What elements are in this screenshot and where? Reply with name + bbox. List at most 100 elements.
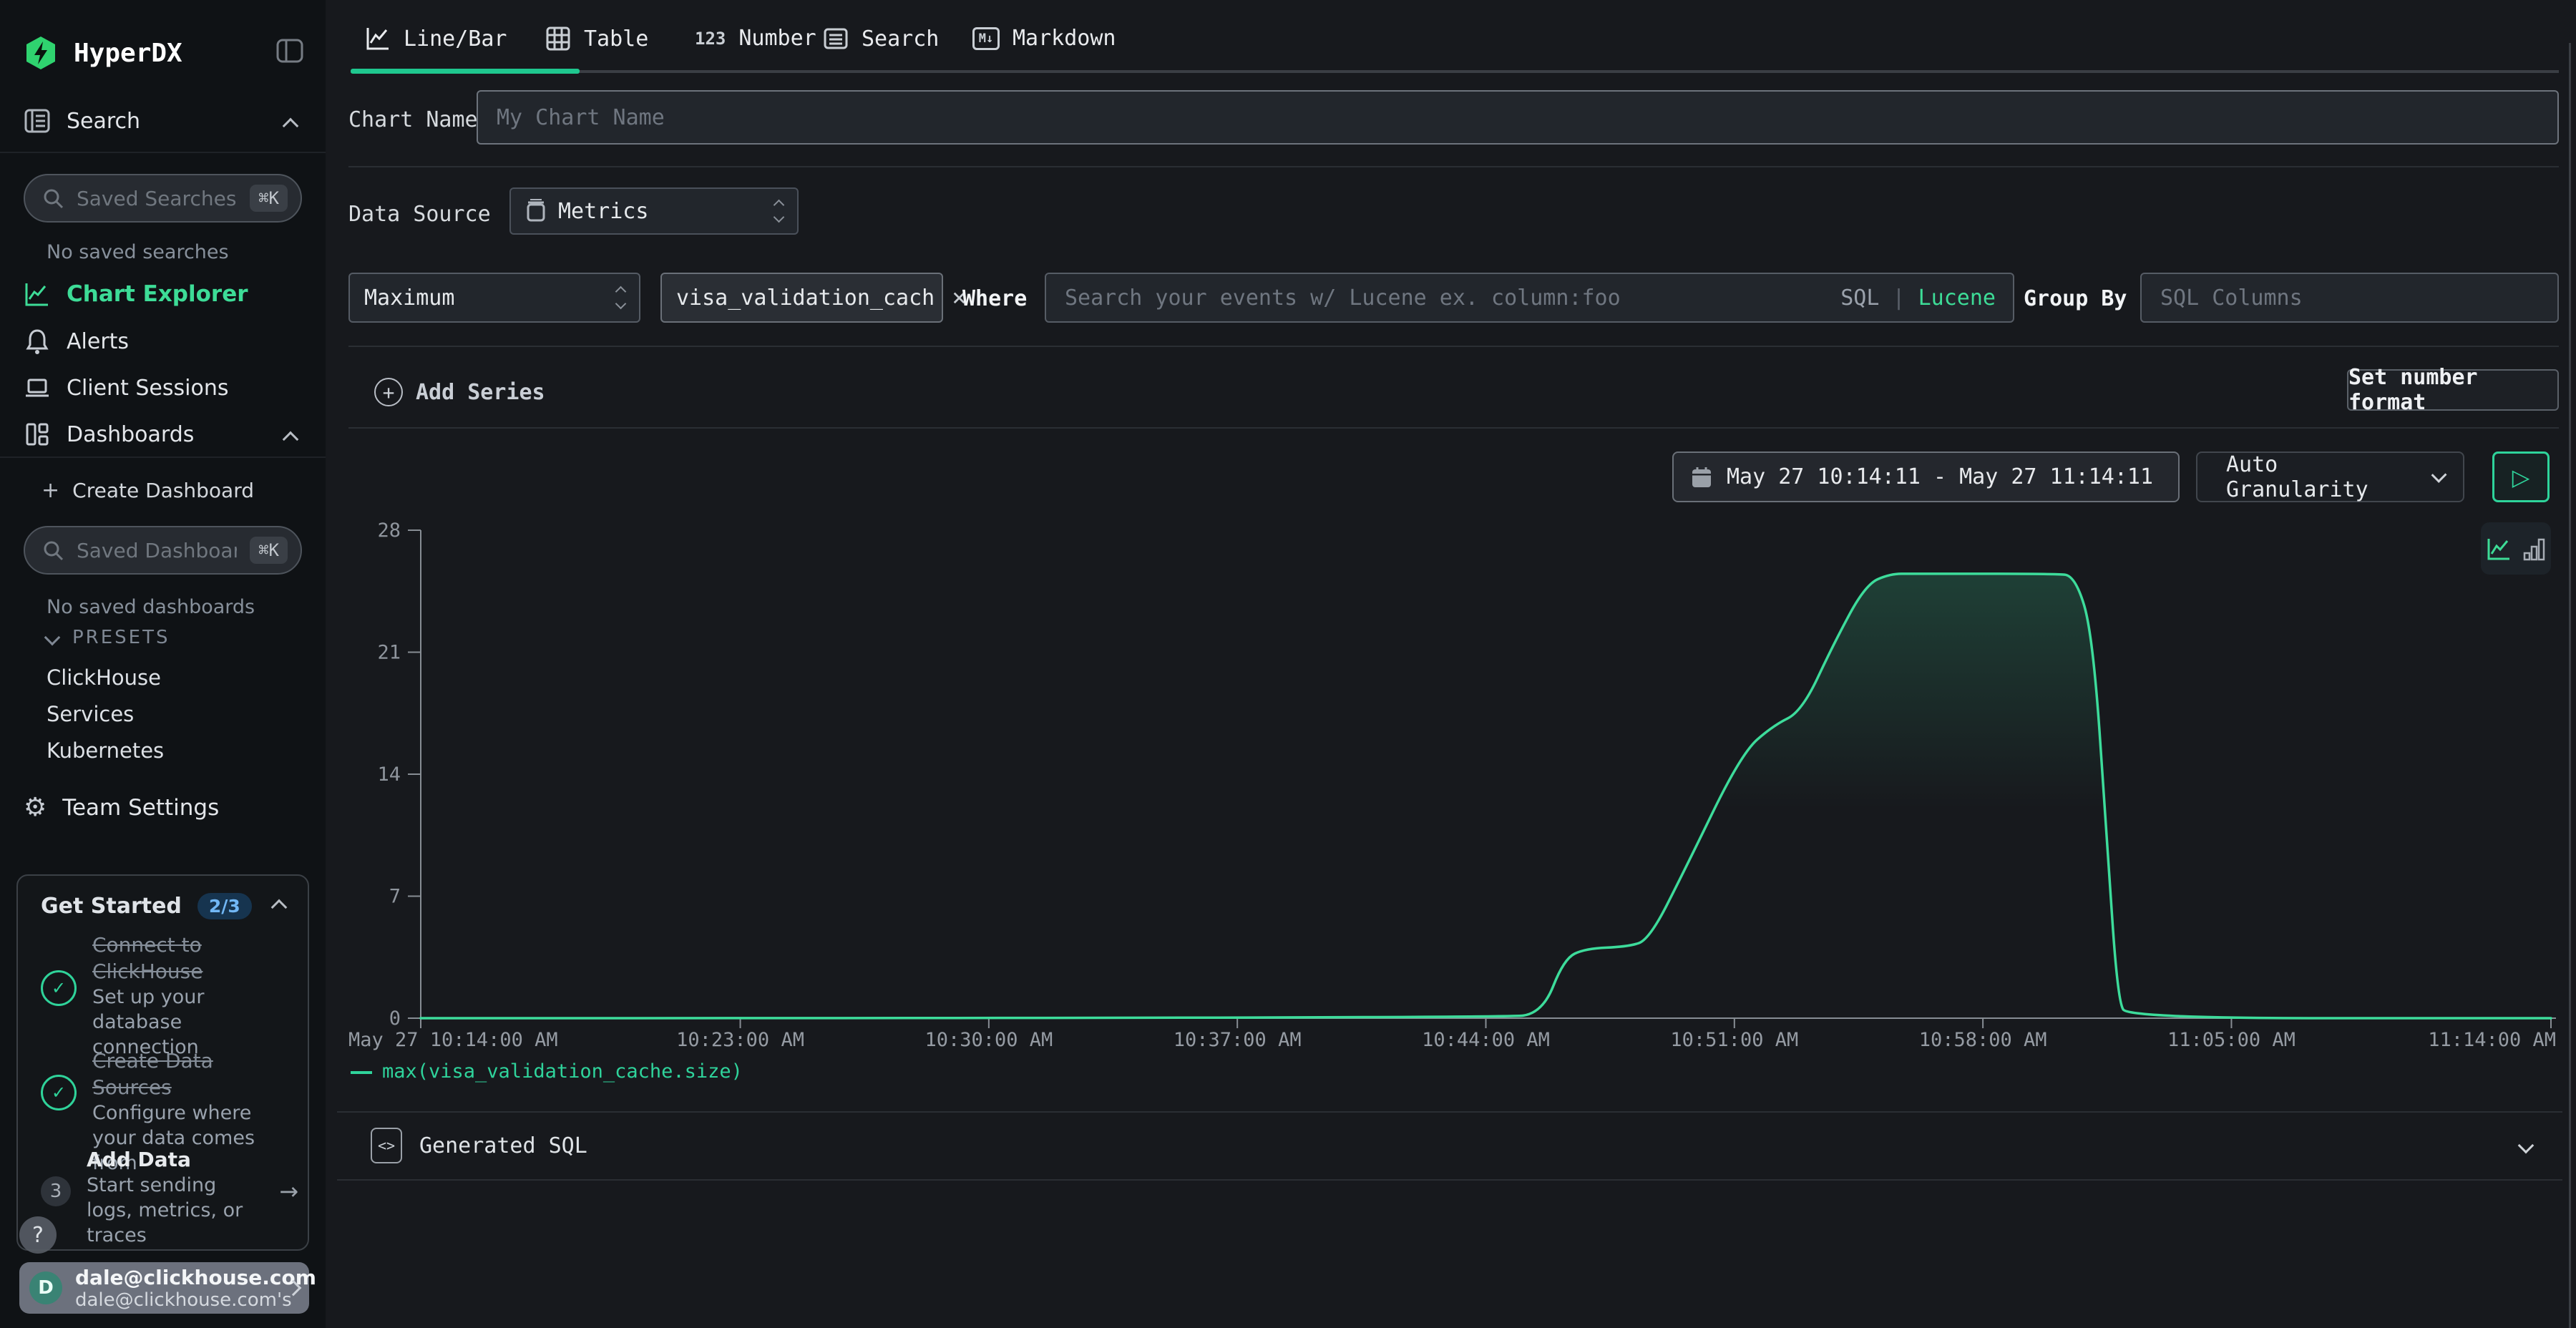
- sidebar-item-team-settings[interactable]: ⚙ Team Settings: [24, 793, 219, 822]
- granularity-select[interactable]: Auto Granularity: [2196, 451, 2464, 502]
- user-menu[interactable]: D dale@clickhouse.com dale@clickhouse.co…: [19, 1262, 309, 1314]
- generated-sql-toggle[interactable]: <> Generated SQL: [371, 1125, 2546, 1166]
- no-saved-searches-text: No saved searches: [47, 241, 229, 263]
- granularity-value: Auto Granularity: [2226, 452, 2422, 502]
- legend-line-swatch: [351, 1071, 372, 1074]
- search-tab-icon: [823, 26, 849, 52]
- get-started-step-3[interactable]: 3 Add Data Start sending logs, metrics, …: [41, 1146, 298, 1248]
- divider: [0, 456, 326, 458]
- chevron-down-icon: [2431, 467, 2446, 482]
- step-title: Add Data: [87, 1146, 263, 1173]
- group-by-field[interactable]: [2140, 273, 2559, 323]
- sidebar-item-dashboards[interactable]: Dashboards: [24, 421, 194, 448]
- chevron-down-icon: [44, 630, 61, 646]
- laptop-icon: [24, 374, 51, 401]
- number-icon: 123: [695, 29, 726, 49]
- chevron-up-icon[interactable]: [283, 431, 299, 448]
- tab-number[interactable]: 123 Number: [695, 26, 816, 51]
- saved-dashboards-input[interactable]: [75, 538, 238, 563]
- y-tick-label: 0: [389, 1007, 401, 1030]
- query-language-toggle[interactable]: SQL | Lucene: [1840, 285, 1996, 311]
- sidebar-toggle-icon[interactable]: [276, 37, 303, 64]
- database-icon: [525, 199, 547, 223]
- metric-chip[interactable]: visa_validation_cach ×: [660, 273, 943, 323]
- run-query-button[interactable]: ▷: [2492, 451, 2550, 502]
- group-by-input[interactable]: [2159, 285, 2540, 311]
- help-button[interactable]: ?: [19, 1216, 57, 1254]
- get-started-card: Get Started 2/3 ✓ Connect to ClickHouse …: [16, 874, 309, 1251]
- search-icon: [42, 540, 64, 561]
- preset-item-services[interactable]: Services: [47, 696, 164, 733]
- user-subtitle: dale@clickhouse.com's: [75, 1289, 275, 1311]
- step-desc: Start sending logs, metrics, or traces: [87, 1173, 263, 1248]
- where-input[interactable]: [1063, 285, 1840, 311]
- saved-searches-search[interactable]: ⌘K: [24, 174, 302, 223]
- x-tick-label: 10:44:00 AM: [1422, 1029, 1550, 1051]
- series-line: [421, 574, 2551, 1018]
- chevron-up-icon[interactable]: [271, 899, 288, 916]
- chevron-up-icon[interactable]: [283, 118, 299, 135]
- create-dashboard-label: Create Dashboard: [72, 479, 254, 502]
- table-icon: [545, 26, 571, 52]
- legend-series-label: max(visa_validation_cache.size): [382, 1060, 743, 1083]
- tab-line-bar[interactable]: Line/Bar: [365, 26, 507, 52]
- where-field[interactable]: SQL | Lucene: [1045, 273, 2014, 323]
- gear-icon: ⚙: [24, 793, 47, 822]
- preset-item-kubernetes[interactable]: Kubernetes: [47, 733, 164, 769]
- data-source-select[interactable]: Metrics: [509, 187, 799, 235]
- sql-option: SQL: [1840, 285, 1879, 311]
- create-dashboard-button[interactable]: + Create Dashboard: [42, 478, 254, 503]
- presets-toggle[interactable]: PRESETS: [47, 627, 170, 648]
- chart-name-field[interactable]: [477, 90, 2559, 145]
- lucene-option: Lucene: [1918, 285, 1996, 311]
- y-tick-label: 14: [377, 763, 401, 786]
- tab-underline-track: [351, 70, 2559, 73]
- divider: [337, 1111, 2562, 1113]
- tab-search[interactable]: Search: [823, 26, 939, 52]
- y-tick-label: 21: [377, 642, 401, 664]
- select-chevrons-icon: [775, 201, 783, 221]
- presets-label: PRESETS: [72, 627, 170, 648]
- saved-searches-input[interactable]: [75, 186, 238, 211]
- date-range-input[interactable]: [1725, 464, 2161, 490]
- step-title: Connect to ClickHouse: [92, 932, 288, 985]
- date-range-picker[interactable]: [1672, 451, 2180, 502]
- aggregation-select[interactable]: Maximum: [348, 273, 640, 323]
- scrollbar[interactable]: [2569, 43, 2571, 1328]
- sidebar-section-search[interactable]: Search: [24, 107, 140, 135]
- x-tick-label: 11:05:00 AM: [2167, 1029, 2296, 1051]
- logo[interactable]: HyperDX: [24, 36, 182, 70]
- step-number: 3: [41, 1176, 71, 1206]
- chart[interactable]: 07142128May 27 10:14:00 AM10:23:00 AM10:…: [326, 501, 2576, 1052]
- divider: [337, 1179, 2562, 1181]
- sidebar-item-label: Chart Explorer: [67, 281, 248, 307]
- tab-table[interactable]: Table: [545, 26, 648, 52]
- metric-chip-label: visa_validation_cach: [676, 285, 935, 311]
- x-tick-label: 11:14:00 AM: [2428, 1029, 2556, 1051]
- check-icon: ✓: [41, 970, 77, 1006]
- add-series-button[interactable]: + Add Series: [374, 378, 545, 406]
- set-number-format-button[interactable]: Set number format: [2347, 369, 2559, 411]
- get-started-title: Get Started: [41, 894, 182, 919]
- y-tick-label: 7: [389, 886, 401, 908]
- group-by-label: Group By: [2024, 286, 2127, 311]
- saved-dashboards-search[interactable]: ⌘K: [24, 526, 302, 575]
- step-title: Create Data Sources: [92, 1048, 288, 1100]
- chart-name-input[interactable]: [495, 104, 2540, 131]
- sidebar-item-label: Dashboards: [67, 422, 194, 447]
- chart-legend[interactable]: max(visa_validation_cache.size): [351, 1060, 743, 1083]
- sidebar-item-alerts[interactable]: Alerts: [24, 328, 129, 355]
- get-started-progress-badge: 2/3: [197, 893, 252, 919]
- no-saved-dashboards-text: No saved dashboards: [47, 596, 255, 618]
- x-tick-label: 10:51:00 AM: [1670, 1029, 1798, 1051]
- generated-sql-label: Generated SQL: [419, 1133, 587, 1158]
- preset-item-clickhouse[interactable]: ClickHouse: [47, 660, 164, 696]
- markdown-icon: M↓: [972, 27, 1000, 50]
- tab-markdown[interactable]: M↓ Markdown: [972, 26, 1116, 51]
- sidebar-item-client-sessions[interactable]: Client Sessions: [24, 374, 228, 401]
- get-started-step-1[interactable]: ✓ Connect to ClickHouse Set up your data…: [41, 932, 288, 1060]
- sidebar-item-chart-explorer[interactable]: Chart Explorer: [24, 280, 248, 308]
- x-tick-label: 10:58:00 AM: [1919, 1029, 2047, 1051]
- select-chevrons-icon: [617, 288, 625, 308]
- divider: [348, 427, 2559, 429]
